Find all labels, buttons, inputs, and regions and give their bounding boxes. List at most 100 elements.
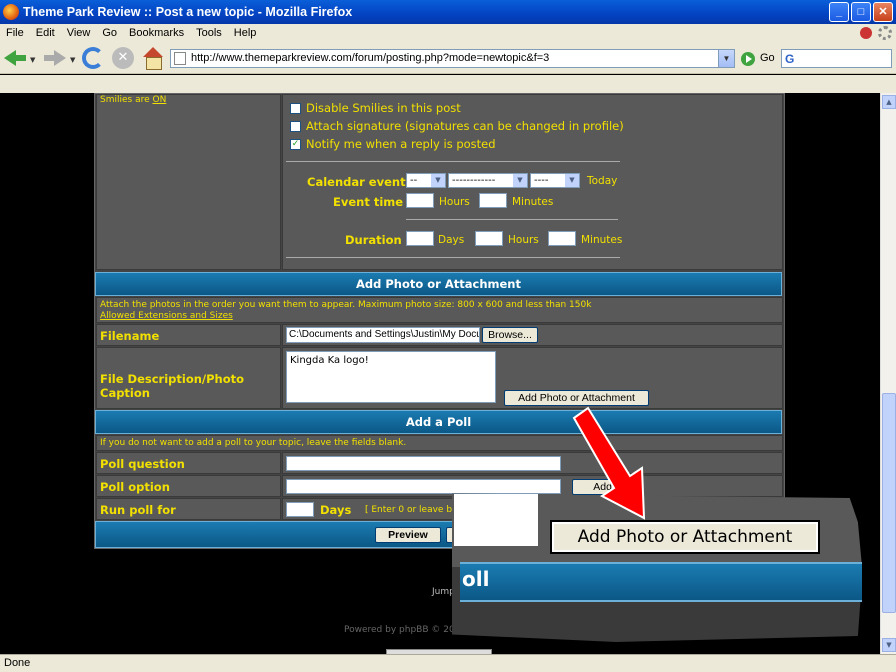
poll-question-row: Poll question bbox=[96, 452, 783, 474]
disable-smilies-box[interactable] bbox=[290, 102, 301, 114]
divider bbox=[406, 219, 618, 220]
minimize-button[interactable]: _ bbox=[829, 2, 849, 22]
url-dropdown-icon[interactable]: ▼ bbox=[718, 50, 734, 67]
caption-label-cell: File Description/Photo Caption bbox=[96, 347, 281, 409]
filename-label-cell: Filename bbox=[96, 324, 281, 346]
page-icon bbox=[174, 52, 186, 65]
preview-button[interactable]: Preview bbox=[375, 527, 441, 543]
calendar-year-value: ---- bbox=[534, 175, 549, 186]
close-button[interactable]: ✕ bbox=[873, 2, 893, 22]
forward-dropdown-icon[interactable]: ▼ bbox=[70, 56, 75, 64]
chevron-down-icon: ▼ bbox=[513, 174, 527, 187]
menu-view[interactable]: View bbox=[61, 27, 97, 39]
poll-question-cell bbox=[282, 452, 783, 474]
duration-days-input[interactable] bbox=[406, 231, 434, 246]
vertical-scrollbar[interactable]: ▲ ▼ bbox=[880, 93, 896, 654]
filename-label: Filename bbox=[100, 329, 160, 343]
window-title: Theme Park Review :: Post a new topic - … bbox=[23, 5, 353, 19]
forward-arrow-icon[interactable] bbox=[44, 47, 66, 69]
event-hours-input[interactable] bbox=[406, 193, 434, 208]
menu-edit[interactable]: Edit bbox=[30, 27, 61, 39]
duration-hours-label: Hours bbox=[508, 234, 539, 246]
chevron-down-icon: ▼ bbox=[565, 174, 579, 187]
back-dropdown-icon[interactable]: ▼ bbox=[30, 56, 35, 64]
menu-bar: File Edit View Go Bookmarks Tools Help bbox=[0, 24, 896, 42]
duration-label: Duration : bbox=[345, 233, 411, 247]
scroll-thumb[interactable] bbox=[882, 393, 896, 613]
poll-question-input[interactable] bbox=[286, 456, 561, 471]
calendar-month-value: ------------ bbox=[452, 175, 496, 186]
disable-smilies-label: Disable Smilies in this post bbox=[306, 101, 461, 115]
options-label-cell: Smilies are ON bbox=[96, 94, 281, 270]
window-titlebar: Theme Park Review :: Post a new topic - … bbox=[0, 0, 896, 24]
run-poll-label: Run poll for bbox=[100, 503, 176, 517]
poll-option-label: Poll option bbox=[100, 480, 170, 494]
zoom-inset: Add Photo or Attachment oll bbox=[452, 492, 862, 642]
menu-bookmarks[interactable]: Bookmarks bbox=[123, 27, 190, 39]
notify-reply-label: Notify me when a reply is posted bbox=[306, 137, 496, 151]
run-poll-days-input[interactable] bbox=[286, 502, 314, 517]
menu-tools[interactable]: Tools bbox=[190, 27, 228, 39]
duration-days-label: Days bbox=[438, 234, 465, 246]
duration-minutes-input[interactable] bbox=[548, 231, 576, 246]
url-bar[interactable]: http://www.themeparkreview.com/forum/pos… bbox=[170, 49, 735, 68]
caption-textarea[interactable]: Kingda Ka logo! bbox=[286, 351, 496, 403]
attachment-header: Add Photo or Attachment bbox=[95, 272, 782, 296]
reload-icon[interactable] bbox=[82, 47, 104, 69]
url-text: http://www.themeparkreview.com/forum/pos… bbox=[191, 52, 550, 64]
smilies-status-link[interactable]: ON bbox=[152, 95, 166, 105]
attach-signature-label: Attach signature (signatures can be chan… bbox=[306, 119, 624, 133]
event-minutes-input[interactable] bbox=[479, 193, 507, 208]
maximize-button[interactable]: □ bbox=[851, 2, 871, 22]
calendar-month-select[interactable]: ------------ ▼ bbox=[448, 173, 528, 188]
options-cell: Disable Smilies in this post Attach sign… bbox=[282, 94, 783, 270]
caption-row: File Description/Photo Caption Kingda Ka… bbox=[96, 347, 783, 409]
browse-button[interactable]: Browse... bbox=[482, 327, 538, 343]
inset-poll-text: oll bbox=[462, 567, 490, 591]
stop-indicator-icon bbox=[860, 27, 872, 39]
duration-hours-input[interactable] bbox=[475, 231, 503, 246]
calendar-year-select[interactable]: ---- ▼ bbox=[530, 173, 580, 188]
notify-reply-checkbox[interactable]: ✓ Notify me when a reply is posted bbox=[290, 137, 496, 151]
attach-signature-box[interactable] bbox=[290, 120, 301, 132]
poll-note-row: If you do not want to add a poll to your… bbox=[96, 435, 783, 451]
inset-add-photo-button: Add Photo or Attachment bbox=[550, 520, 820, 554]
search-input[interactable]: G bbox=[781, 49, 892, 68]
scroll-up-icon[interactable]: ▲ bbox=[882, 95, 896, 109]
poll-question-label: Poll question bbox=[100, 457, 185, 471]
posting-form: Smilies are ON Disable Smilies in this p… bbox=[94, 93, 785, 549]
filename-row: Filename C:\Documents and Settings\Justi… bbox=[96, 324, 783, 346]
red-arrow-icon bbox=[572, 406, 646, 520]
filename-cell: C:\Documents and Settings\Justin\My Docu… bbox=[282, 324, 783, 346]
calendar-event-label: Calendar event : bbox=[307, 175, 415, 189]
status-bar: Done bbox=[0, 654, 896, 672]
menu-go[interactable]: Go bbox=[96, 27, 123, 39]
menu-help[interactable]: Help bbox=[228, 27, 263, 39]
scroll-down-icon[interactable]: ▼ bbox=[882, 638, 896, 652]
chevron-down-icon: ▼ bbox=[431, 174, 445, 187]
menu-file[interactable]: File bbox=[0, 27, 30, 39]
poll-note: If you do not want to add a poll to your… bbox=[100, 438, 407, 448]
poll-option-label-cell: Poll option bbox=[96, 475, 281, 497]
go-icon[interactable] bbox=[741, 52, 755, 66]
attach-signature-checkbox[interactable]: Attach signature (signatures can be chan… bbox=[290, 119, 624, 133]
google-icon: G bbox=[785, 52, 795, 66]
back-arrow-icon[interactable] bbox=[4, 47, 26, 69]
stop-icon[interactable]: ✕ bbox=[112, 47, 134, 69]
run-poll-label-cell: Run poll for bbox=[96, 498, 281, 520]
divider bbox=[286, 161, 620, 162]
disable-smilies-checkbox[interactable]: Disable Smilies in this post bbox=[290, 101, 461, 115]
allowed-extensions-link[interactable]: Allowed Extensions and Sizes bbox=[100, 311, 233, 321]
smilies-status-label: Smilies are bbox=[100, 95, 153, 105]
go-button[interactable]: Go bbox=[760, 52, 775, 64]
bookmarks-toolbar bbox=[0, 75, 896, 93]
home-icon[interactable] bbox=[142, 47, 164, 70]
run-poll-days-label: Days bbox=[320, 503, 352, 517]
notify-reply-box[interactable]: ✓ bbox=[290, 138, 301, 150]
calendar-day-select[interactable]: -- ▼ bbox=[406, 173, 446, 188]
filename-input[interactable]: C:\Documents and Settings\Justin\My Docu… bbox=[286, 327, 480, 343]
firefox-icon bbox=[3, 4, 19, 20]
today-label: Today bbox=[587, 175, 618, 187]
status-text: Done bbox=[4, 657, 31, 669]
attachment-note-row: Attach the photos in the order you want … bbox=[96, 297, 783, 323]
